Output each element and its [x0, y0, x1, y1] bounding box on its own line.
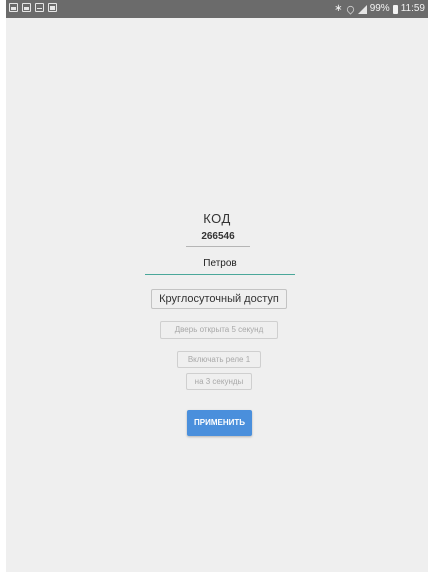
name-field[interactable]: Петров — [145, 258, 295, 275]
code-field[interactable]: 266546 — [186, 231, 250, 247]
relay-duration-button[interactable]: на 3 секунды — [186, 373, 252, 390]
code-title: КОД — [203, 211, 231, 226]
door-open-5s-button[interactable]: Дверь открыта 5 секунд — [160, 321, 278, 339]
apply-button[interactable]: ПРИМЕНИТЬ — [187, 410, 252, 436]
code-form: КОД 266546 Петров Круглосуточный доступ … — [6, 0, 428, 572]
relay-1-button[interactable]: Включать реле 1 — [177, 351, 261, 368]
access-24h-button[interactable]: Круглосуточный доступ — [151, 289, 287, 309]
app-screen: ∗ 99% 11:59 КОД 266546 Петров Круглосуто… — [6, 0, 428, 572]
